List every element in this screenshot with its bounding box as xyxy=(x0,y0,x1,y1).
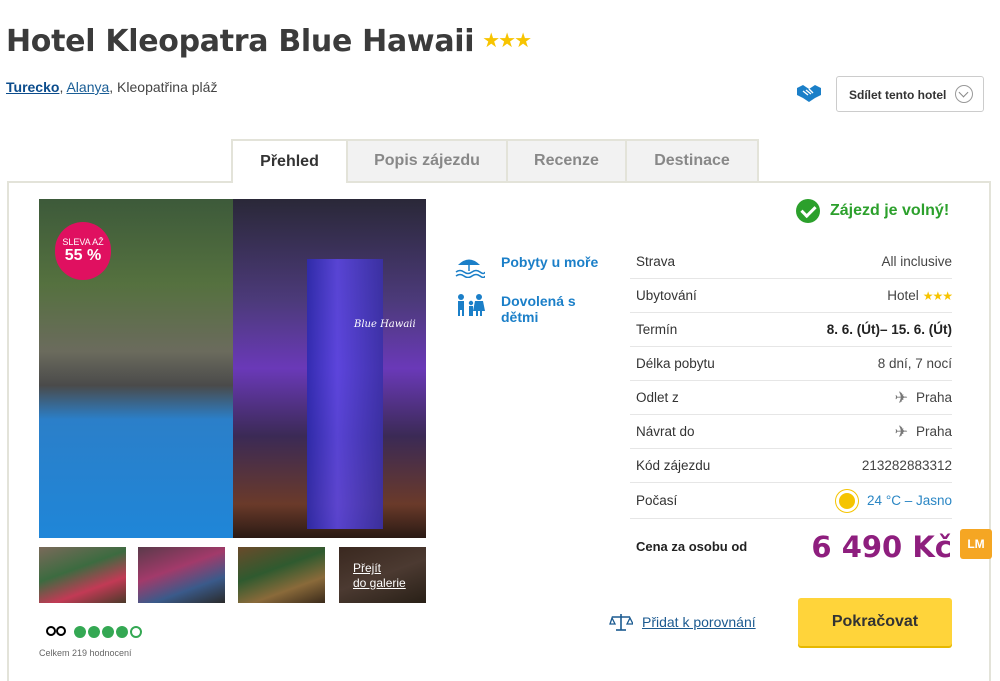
detail-row-departure: Odlet z ✈ Praha xyxy=(630,381,952,415)
departure-city: Praha xyxy=(915,390,952,405)
breadcrumb-area: Kleopatřina pláž xyxy=(117,79,218,95)
sale-badge: SLEVA AŽ 55 % xyxy=(55,222,111,280)
detail-value: 8 dní, 7 nocí xyxy=(877,356,952,371)
tab-destination[interactable]: Destinace xyxy=(625,139,759,181)
availability-text: Zájezd je volný! xyxy=(830,202,950,219)
breadcrumb-separator: , xyxy=(59,79,64,95)
airplane-icon: ✈ xyxy=(894,423,908,441)
availability-status: Zájezd je volný! xyxy=(796,199,949,223)
detail-row-code: Kód zájezdu 213282883312 xyxy=(630,449,952,483)
detail-value: 213282883312 xyxy=(861,458,952,473)
detail-row-accommodation: Ubytování Hotel ★★★ xyxy=(630,279,953,313)
detail-row-weather: Počasí 24 °C – Jasno xyxy=(630,483,952,519)
share-hotel-button[interactable]: Sdílet tento hotel xyxy=(836,76,984,112)
detail-row-board: Strava All inclusive xyxy=(630,245,952,279)
detail-value: 24 °C – Jasno xyxy=(839,492,952,509)
accommodation-stars: ★★★ xyxy=(922,288,953,303)
tour-details: Strava All inclusive Ubytování Hotel ★★★ … xyxy=(630,245,953,519)
add-to-compare[interactable]: Přidat k porovnání xyxy=(609,612,756,632)
breadcrumb-separator: , xyxy=(109,79,114,95)
last-minute-badge: LM xyxy=(960,529,992,559)
breadcrumb: Turecko, Alanya, Kleopatřina pláž xyxy=(6,79,217,95)
rating-dot-empty xyxy=(130,626,142,638)
price-row: Cena za osobu od 6 490 Kč xyxy=(636,530,952,564)
tripadvisor-rating[interactable] xyxy=(46,625,144,639)
detail-label: Ubytování xyxy=(636,288,697,303)
return-city: Praha xyxy=(915,424,952,439)
detail-label: Odlet z xyxy=(636,390,679,405)
handshake-icon[interactable] xyxy=(796,82,822,104)
detail-row-length: Délka pobytu 8 dní, 7 nocí xyxy=(630,347,952,381)
feature-beach[interactable]: Pobyty u moře xyxy=(455,254,598,278)
detail-label: Strava xyxy=(636,254,676,269)
rating-dot xyxy=(74,626,86,638)
detail-value: All inclusive xyxy=(881,254,952,269)
share-label: Sdílet tento hotel xyxy=(849,88,947,102)
hotel-name: Hotel Kleopatra Blue Hawaii xyxy=(6,24,475,59)
family-icon xyxy=(458,294,485,316)
detail-label: Návrat do xyxy=(636,424,695,439)
review-count: Celkem 219 hodnocení xyxy=(39,648,132,658)
page-title: Hotel Kleopatra Blue Hawaii ★★★ xyxy=(6,24,532,59)
detail-label: Délka pobytu xyxy=(636,356,715,371)
compare-label: Přidat k porovnání xyxy=(642,614,756,630)
detail-value: 8. 6. (Út)– 15. 6. (Út) xyxy=(826,322,952,337)
detail-value: ✈ Praha xyxy=(895,422,952,442)
sale-label: SLEVA AŽ xyxy=(62,237,104,247)
hotel-stars: ★★★ xyxy=(482,28,532,52)
price-label: Cena za osobu od xyxy=(636,539,748,554)
feature-label: Pobyty u moře xyxy=(501,254,599,270)
open-gallery-link[interactable]: Přejít do galerie xyxy=(353,561,406,591)
weather-text: 24 °C – Jasno xyxy=(867,493,952,508)
gallery-thumbnail[interactable] xyxy=(39,547,126,603)
chevron-down-icon xyxy=(955,85,973,103)
hotel-sign: Blue Hawaii xyxy=(354,319,416,330)
accommodation-type: Hotel xyxy=(887,288,919,303)
beach-umbrella-icon xyxy=(455,259,485,278)
feature-family[interactable]: Dovolená s dětmi xyxy=(455,293,591,325)
detail-label: Termín xyxy=(636,322,678,337)
detail-label: Počasí xyxy=(636,493,678,508)
rating-dot xyxy=(102,626,114,638)
detail-value: Hotel ★★★ xyxy=(887,288,953,303)
tab-description[interactable]: Popis zájezdu xyxy=(346,139,508,181)
gallery-thumbnail[interactable] xyxy=(238,547,325,603)
breadcrumb-region-link[interactable]: Alanya xyxy=(66,79,109,95)
scale-icon xyxy=(609,614,633,631)
feature-label: Dovolená s dětmi xyxy=(501,293,576,325)
detail-row-return: Návrat do ✈ Praha xyxy=(630,415,952,449)
tab-bar: Přehled Popis zájezdu Recenze Destinace xyxy=(231,139,759,183)
sale-value: 55 % xyxy=(64,247,102,264)
detail-value: ✈ Praha xyxy=(895,388,952,408)
tab-reviews[interactable]: Recenze xyxy=(506,139,627,181)
rating-dot xyxy=(116,626,128,638)
detail-label: Kód zájezdu xyxy=(636,458,711,473)
gallery-thumbnail[interactable] xyxy=(138,547,225,603)
continue-button[interactable]: Pokračovat xyxy=(798,598,952,646)
tripadvisor-owl-icon xyxy=(46,625,68,639)
sun-icon xyxy=(839,492,856,509)
hotel-building xyxy=(307,259,383,529)
detail-row-dates: Termín 8. 6. (Út)– 15. 6. (Út) xyxy=(630,313,952,347)
airplane-icon: ✈ xyxy=(894,389,908,407)
breadcrumb-country-link[interactable]: Turecko xyxy=(6,79,59,95)
gallery-more-thumbnail[interactable]: Přejít do galerie xyxy=(339,547,426,603)
tab-overview[interactable]: Přehled xyxy=(231,139,348,183)
check-circle-icon xyxy=(796,199,820,223)
rating-dot xyxy=(88,626,100,638)
price-value: 6 490 Kč xyxy=(811,530,952,564)
